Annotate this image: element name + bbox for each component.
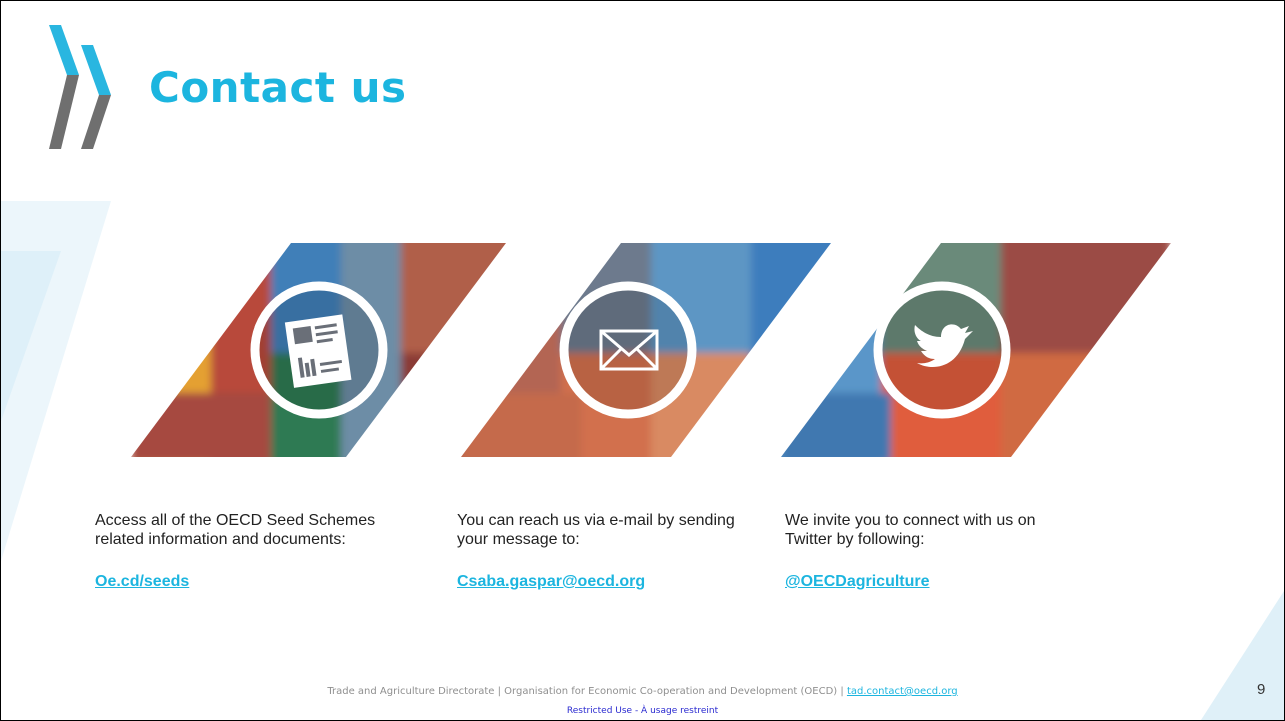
restricted-notice: Restricted Use - À usage restreint — [566, 706, 719, 716]
footer-line: Trade and Agriculture Directorate | Orga… — [1, 686, 1284, 697]
footer-email-link[interactable]: tad.contact@oecd.org — [847, 686, 958, 697]
twitter-text: We invite you to connect with us on Twit… — [785, 512, 1036, 548]
email-text: You can reach us via e-mail by sending y… — [457, 512, 735, 548]
info-column-email: You can reach us via e-mail by sending y… — [457, 511, 757, 591]
envelope-icon[interactable] — [559, 281, 697, 419]
seeds-link[interactable]: Oe.cd/seeds — [95, 573, 395, 591]
footer-text: Trade and Agriculture Directorate | Orga… — [327, 686, 847, 697]
info-column-twitter: We invite you to connect with us on Twit… — [785, 511, 1085, 591]
banner-image — [131, 243, 1171, 457]
twitter-link[interactable]: @OECDagriculture — [785, 573, 1085, 591]
documents-text: Access all of the OECD Seed Schemes rela… — [95, 512, 376, 548]
slide: Contact us Access all of the OECD Seed S… — [0, 0, 1285, 721]
oecd-logo — [49, 25, 111, 149]
email-link[interactable]: Csaba.gaspar@oecd.org — [457, 573, 757, 591]
document-chart-icon[interactable] — [250, 281, 388, 419]
twitter-bird-icon[interactable] — [873, 281, 1011, 419]
page-title: Contact us — [149, 63, 407, 112]
info-column-documents: Access all of the OECD Seed Schemes rela… — [95, 511, 395, 591]
page-number: 9 — [1257, 681, 1266, 698]
